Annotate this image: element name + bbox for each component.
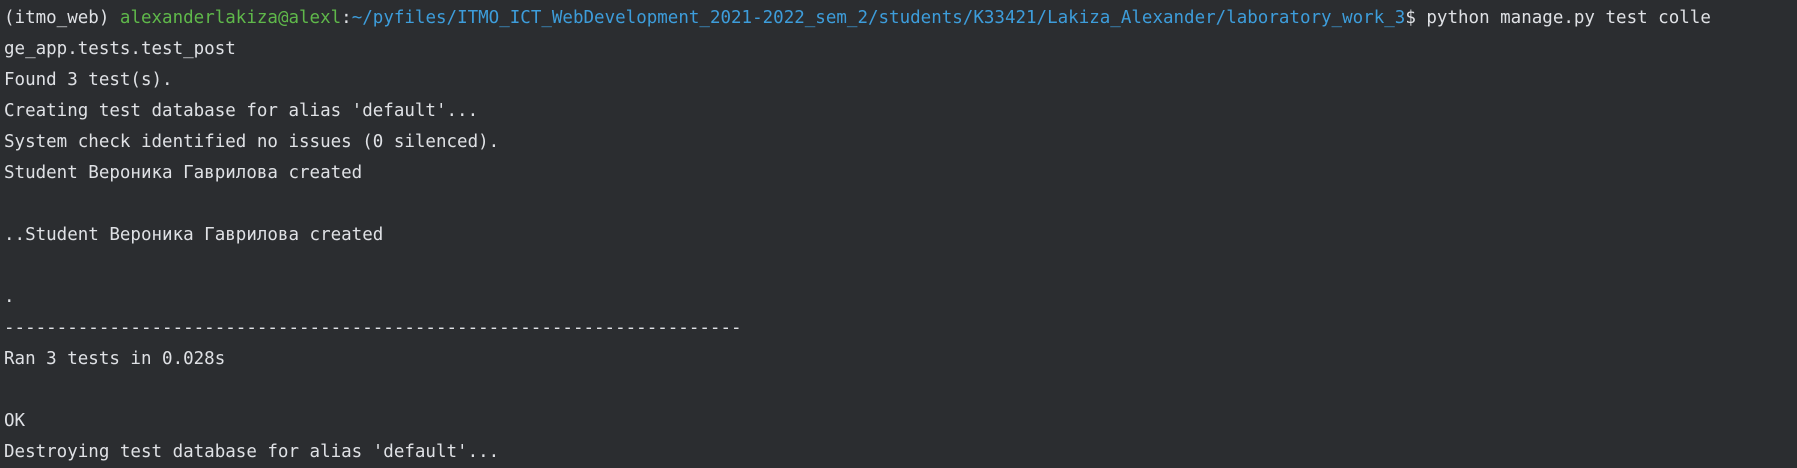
output-line: System check identified no issues (0 sil…: [4, 132, 500, 152]
status-line: OK: [4, 411, 26, 431]
command-text: python manage.py test colle: [1426, 8, 1711, 28]
prompt-line: (itmo_web) alexanderlakiza@alexl:~/pyfil…: [4, 3, 1797, 34]
prompt-separator: :: [341, 8, 352, 28]
separator-line: ----------------------------------------…: [4, 318, 742, 338]
output-line: Ran 3 tests in 0.028s: [4, 349, 226, 369]
output-line: Creating test database for alias 'defaul…: [4, 101, 479, 121]
output-line: ge_app.tests.test_post: [4, 39, 236, 59]
working-directory: ~/pyfiles/ITMO_ICT_WebDevelopment_2021-2…: [351, 8, 1406, 28]
terminal-window[interactable]: (itmo_web) alexanderlakiza@alexl:~/pyfil…: [0, 0, 1797, 468]
user-host: alexanderlakiza@alexl: [119, 8, 342, 28]
prompt-symbol: $: [1405, 8, 1427, 28]
output-line: Found 3 test(s).: [4, 70, 173, 90]
output-line: Student Вероника Гаврилова created: [4, 163, 363, 183]
virtualenv-name: (itmo_web): [4, 8, 120, 28]
output-line: ..Student Вероника Гаврилова created: [4, 225, 384, 245]
output-line: .: [4, 287, 15, 307]
output-line: Destroying test database for alias 'defa…: [4, 442, 500, 462]
